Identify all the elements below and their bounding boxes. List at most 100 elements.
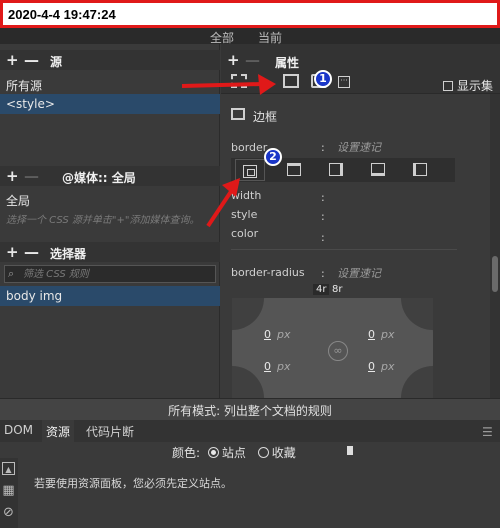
remove-property-button[interactable]: — — [245, 51, 260, 69]
border-radius-label: border-radius — [231, 266, 305, 279]
border-colon: : — [321, 141, 325, 154]
border-section-title: 边框 — [253, 110, 278, 124]
radius-colon: : — [321, 267, 325, 280]
right-panel: + — 属性 ··· 显示集 边框 border : 设置速记 width : … — [221, 44, 500, 398]
color-label: color — [231, 227, 259, 240]
corner-bottom-left — [232, 366, 264, 398]
border-right-button[interactable] — [329, 163, 343, 176]
radius-bottom-right-unit: px — [381, 360, 395, 373]
border-radius-preview: 0 px 0 px 0 px 0 px ∞ — [232, 298, 433, 398]
media-header: + — @媒体:: 全局 — [0, 166, 220, 186]
url-assets-icon[interactable]: ⊘ — [2, 506, 15, 519]
assets-sidebar: ▲ ▦ ⊘ — [0, 458, 18, 528]
border-label: border — [231, 141, 268, 154]
radius-top-left-unit: px — [277, 328, 291, 341]
selectors-header: + — 选择器 — [0, 242, 220, 262]
tab-all[interactable]: 全部 — [204, 28, 240, 45]
width-colon: : — [321, 191, 325, 204]
tab-current[interactable]: 当前 — [252, 28, 288, 45]
border-shorthand-input[interactable]: 设置速记 — [337, 139, 381, 155]
annotation-badge-2: 2 — [264, 148, 282, 166]
sources-title: 源 — [50, 55, 63, 69]
source-item-all[interactable]: 所有源 — [0, 74, 220, 94]
properties-header: + — 属性 ··· 显示集 — [221, 44, 500, 94]
border-bottom-button[interactable] — [371, 163, 385, 176]
timestamp-text: 2020-4-4 19:47:24 — [8, 7, 116, 22]
radius-bottom-right[interactable]: 0 px — [368, 360, 395, 373]
radius-shorthand-input[interactable]: 设置速记 — [337, 265, 381, 281]
radius-top-right-unit: px — [381, 328, 395, 341]
tab-dom[interactable]: DOM — [0, 420, 37, 442]
show-set-toggle[interactable]: 显示集 — [443, 77, 493, 94]
filter-css-input[interactable] — [23, 267, 213, 281]
show-set-label: 显示集 — [457, 79, 494, 93]
style-label: style — [231, 208, 258, 221]
status-bar: 所有模式: 列出整个文档的规则 — [0, 398, 500, 420]
media-title: @媒体:: 全局 — [62, 171, 136, 185]
border-left-button[interactable] — [413, 163, 427, 176]
source-item-style[interactable]: <style> — [0, 94, 220, 114]
option-favorites-label: 收藏 — [271, 446, 296, 460]
site-radio[interactable] — [207, 447, 219, 458]
media-item-global[interactable]: 全局 — [0, 189, 220, 209]
assets-panel: ▲ ▦ ⊘ 颜色: 站点 收藏 若要使用资源面板，您必须先定义站点。 — [0, 442, 500, 528]
radius-top-right[interactable]: 0 px — [368, 328, 395, 341]
corner-bottom-right — [401, 366, 433, 398]
filter-box: ⌕ — [4, 265, 216, 283]
properties-title: 属性 — [275, 56, 300, 70]
add-property-button[interactable]: + — [227, 51, 240, 69]
radius-top-right-value: 0 — [368, 328, 375, 341]
option-site[interactable]: 站点 — [207, 446, 246, 460]
scrollbar-thumb[interactable] — [492, 256, 498, 292]
link-corners-icon[interactable]: ∞ — [328, 341, 348, 361]
layout-category-icon[interactable] — [231, 74, 247, 88]
option-favorites[interactable]: 收藏 — [257, 446, 296, 460]
radius-bottom-left-unit: px — [277, 360, 291, 373]
radius-bottom-left[interactable]: 0 px — [264, 360, 291, 373]
bottom-tabs: DOM 资源 代码片断 ☰ — [0, 420, 500, 442]
assets-message: 若要使用资源面板，您必须先定义站点。 — [34, 477, 232, 490]
tab-assets[interactable]: 资源 — [42, 420, 75, 442]
radius-bottom-left-value: 0 — [264, 360, 271, 373]
radius-4r-toggle[interactable]: 4r — [313, 284, 330, 295]
radius-8r-toggle[interactable]: 8r — [329, 284, 345, 295]
left-panel: + — 源 所有源 <style> + — @媒体:: 全局 全局 选择一个 C… — [0, 44, 220, 398]
color-assets-icon[interactable]: ▦ — [2, 484, 15, 497]
border-all-icon — [243, 165, 257, 178]
bookmark-icon[interactable] — [347, 446, 353, 455]
show-set-checkbox[interactable] — [443, 81, 453, 91]
status-text: 所有模式: 列出整个文档的规则 — [168, 404, 332, 418]
radius-top-left-value: 0 — [264, 328, 271, 341]
tab-snippets[interactable]: 代码片断 — [82, 420, 138, 442]
radius-top-left[interactable]: 0 px — [264, 328, 291, 341]
image-assets-icon[interactable]: ▲ — [2, 462, 15, 475]
remove-selector-button[interactable]: — — [24, 243, 39, 261]
sources-header: + — 源 — [0, 50, 220, 70]
width-label: width — [231, 189, 262, 202]
border-section-icon — [231, 108, 245, 120]
selector-item-body-img[interactable]: body img — [0, 286, 220, 306]
add-media-button[interactable]: + — [6, 167, 19, 185]
style-colon: : — [321, 210, 325, 223]
remove-media-button[interactable]: — — [24, 167, 39, 185]
color-label: 颜色: — [172, 446, 201, 460]
add-selector-button[interactable]: + — [6, 243, 19, 261]
panel-menu-icon[interactable]: ☰ — [482, 425, 493, 439]
border-top-button[interactable] — [287, 163, 301, 176]
divider — [231, 249, 457, 250]
remove-source-button[interactable]: — — [24, 51, 39, 69]
selectors-title: 选择器 — [50, 247, 87, 261]
corner-top-right — [401, 298, 433, 330]
favorites-radio[interactable] — [257, 447, 269, 458]
border-category-icon[interactable] — [283, 74, 299, 88]
corner-top-left — [232, 298, 264, 330]
mode-tabs: 全部 当前 — [0, 28, 500, 45]
add-source-button[interactable]: + — [6, 51, 19, 69]
properties-scrollbar[interactable] — [490, 94, 500, 398]
color-scope-row: 颜色: 站点 收藏 — [172, 444, 296, 461]
border-all-button[interactable] — [235, 159, 265, 181]
option-site-label: 站点 — [221, 446, 246, 460]
more-category-icon[interactable]: ··· — [338, 76, 350, 88]
color-colon: : — [321, 231, 325, 244]
annotation-badge-1: 1 — [314, 70, 332, 88]
